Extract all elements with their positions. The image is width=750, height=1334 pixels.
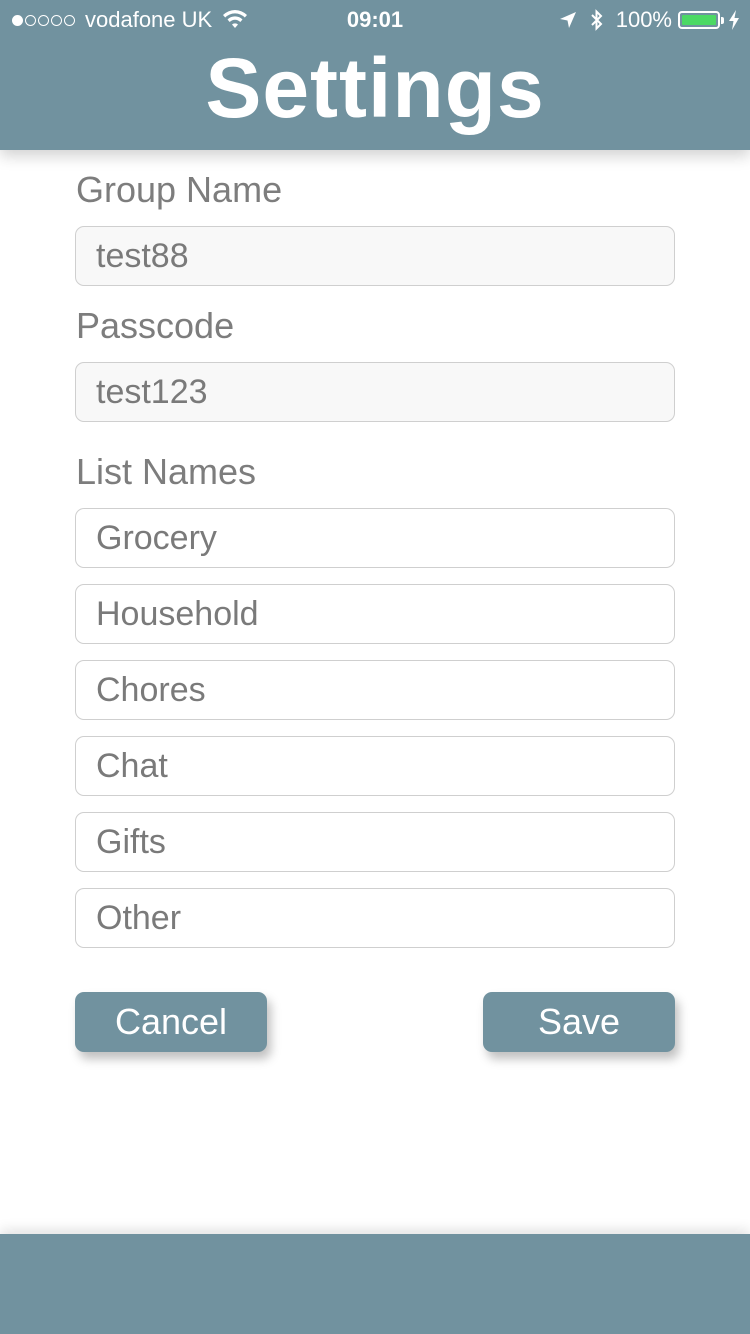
page-title: Settings	[205, 41, 545, 135]
footer-bar	[0, 1234, 750, 1334]
battery-icon	[678, 11, 724, 29]
status-right: 100%	[558, 0, 740, 40]
save-button[interactable]: Save	[483, 992, 675, 1052]
list-name-field-chores[interactable]	[75, 660, 675, 720]
location-arrow-icon	[559, 12, 576, 28]
list-names-label: List Names	[76, 451, 257, 492]
passcode-field[interactable]	[75, 362, 675, 422]
cancel-button[interactable]: Cancel	[75, 992, 267, 1052]
battery-percent: 100%	[615, 7, 672, 32]
passcode-label: Passcode	[76, 305, 235, 346]
status-bar: vodafone UK 09:01 100%	[0, 0, 750, 40]
group-name-field[interactable]	[75, 226, 675, 286]
list-name-field-grocery[interactable]	[75, 508, 675, 568]
bluetooth-icon	[591, 9, 603, 31]
battery-fill	[682, 15, 716, 25]
list-name-field-household[interactable]	[75, 584, 675, 644]
list-name-field-other[interactable]	[75, 888, 675, 948]
list-name-field-chat[interactable]	[75, 736, 675, 796]
list-name-field-gifts[interactable]	[75, 812, 675, 872]
group-name-label: Group Name	[76, 169, 283, 210]
header-bar: vodafone UK 09:01 100% Settings	[0, 0, 750, 150]
charging-bolt-icon	[729, 10, 739, 30]
battery-nub	[721, 17, 724, 24]
